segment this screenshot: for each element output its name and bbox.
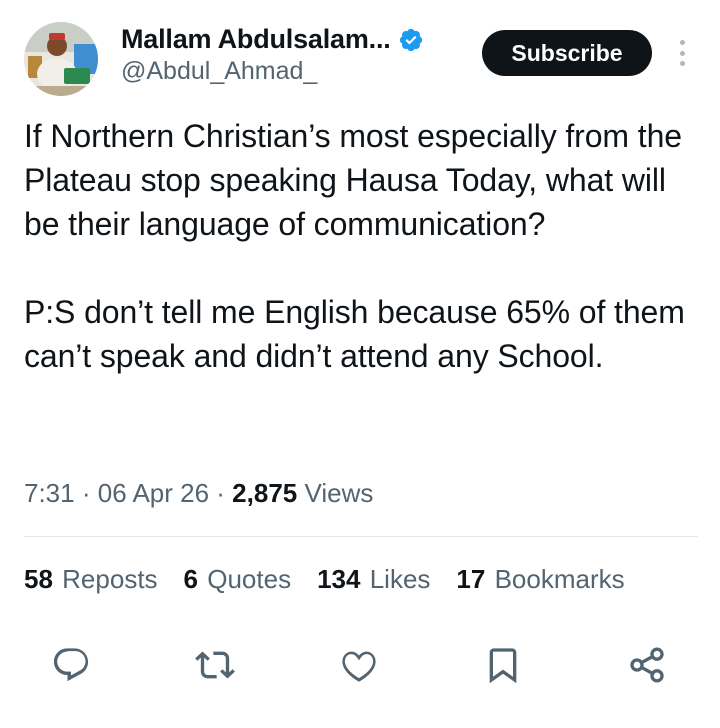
- share-button[interactable]: [625, 640, 669, 690]
- bookmark-button[interactable]: [481, 640, 525, 690]
- reply-icon: [53, 648, 89, 682]
- bookmarks-stat[interactable]: 17 Bookmarks: [456, 564, 624, 595]
- action-bar: [0, 640, 720, 690]
- author-handle[interactable]: @Abdul_Ahmad_: [121, 57, 424, 86]
- avatar[interactable]: [24, 22, 98, 96]
- likes-label: Likes: [369, 564, 431, 594]
- tweet-time[interactable]: 7:31: [24, 478, 75, 508]
- quotes-label: Quotes: [207, 564, 292, 594]
- bookmarks-label: Bookmarks: [494, 564, 625, 594]
- bookmark-icon: [489, 648, 517, 684]
- repost-button[interactable]: [193, 640, 237, 690]
- reposts-count: 58: [24, 564, 53, 594]
- engagement-stats: 58 Reposts 6 Quotes 134 Likes 17 Bookmar…: [24, 564, 651, 595]
- meta-separator: ·: [216, 478, 233, 508]
- like-icon: [342, 651, 376, 682]
- tweet-date[interactable]: 06 Apr 26: [98, 478, 209, 508]
- repost-icon: [195, 651, 235, 679]
- meta-separator: ·: [81, 478, 98, 508]
- reply-button[interactable]: [49, 640, 93, 690]
- like-button[interactable]: [337, 640, 381, 690]
- likes-stat[interactable]: 134 Likes: [317, 564, 430, 595]
- author-display-name[interactable]: Mallam Abdulsalam...: [121, 24, 391, 55]
- profile-photo-icon: [24, 22, 98, 96]
- quotes-stat[interactable]: 6 Quotes: [184, 564, 292, 595]
- views-count: 2,875: [232, 478, 298, 508]
- reposts-label: Reposts: [62, 564, 158, 594]
- divider: [24, 536, 698, 537]
- bookmarks-count: 17: [456, 564, 486, 594]
- quotes-count: 6: [183, 564, 199, 594]
- tweet-text: If Northern Christian’s most especially …: [24, 118, 685, 374]
- subscribe-button[interactable]: Subscribe: [482, 30, 652, 76]
- tweet-header: Mallam Abdulsalam... @Abdul_Ahmad_ Subsc…: [24, 20, 696, 96]
- more-vertical-icon[interactable]: [672, 38, 692, 68]
- verified-badge-icon: [399, 28, 422, 51]
- tweet-meta: 7:31 · 06 Apr 26 · 2,875 Views: [24, 478, 373, 509]
- likes-count: 134: [317, 564, 361, 594]
- views-label: Views: [304, 478, 374, 508]
- reposts-stat[interactable]: 58 Reposts: [24, 564, 158, 595]
- share-icon: [630, 647, 664, 683]
